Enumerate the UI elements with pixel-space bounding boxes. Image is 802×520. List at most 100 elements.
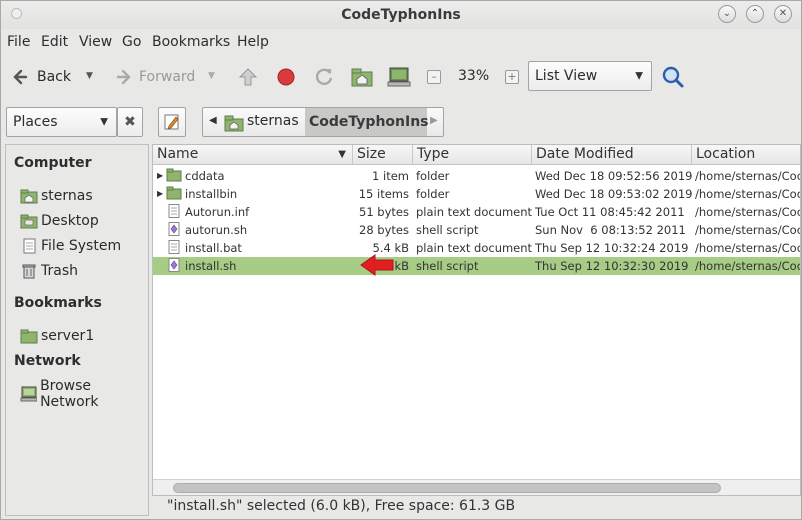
file-row[interactable]: Autorun.inf 51 bytes plain text document Tu… <box>153 203 800 221</box>
home-button[interactable] <box>350 57 374 97</box>
breadcrumb-codetyphonins[interactable]: CodeTyphonIns <box>305 108 429 136</box>
edit-icon <box>164 114 179 130</box>
reload-icon <box>315 68 333 85</box>
sidebar-heading-network: Network <box>14 353 81 369</box>
scrollbar-thumb[interactable] <box>173 483 721 493</box>
sidebar-heading-computer: Computer <box>14 155 92 171</box>
up-arrow-icon <box>238 68 258 86</box>
column-header-location[interactable]: Location <box>692 145 800 165</box>
search-button[interactable] <box>661 57 685 97</box>
sidebar-item-label: Trash <box>41 263 78 279</box>
column-header-size[interactable]: Size <box>353 145 413 165</box>
file-name: Autorun.inf <box>185 205 250 219</box>
file-size: 28 bytes <box>359 223 409 237</box>
status-bar: "install.sh" selected (6.0 kB), Free spa… <box>167 498 516 514</box>
forward-arrow-icon <box>116 69 131 85</box>
title-bar[interactable]: CodeTyphonIns ⌄ ⌃ ✕ <box>1 1 801 29</box>
home-folder-icon <box>351 68 373 87</box>
chevron-down-icon: ▼ <box>100 116 108 128</box>
file-location: /home/sternas/Coc <box>695 169 801 183</box>
breadcrumb: ◀ sternas CodeTyphonIns ▶ <box>202 107 444 137</box>
network-icon <box>20 386 38 402</box>
zoom-in-button[interactable]: + <box>505 70 519 84</box>
file-date: Thu Sep 12 10:32:30 2019 <box>535 259 689 273</box>
sort-descending-icon: ▼ <box>338 149 346 160</box>
sidebar-heading-bookmarks: Bookmarks <box>14 295 102 311</box>
sidebar-item-browse-network[interactable]: Browse Network <box>20 378 148 410</box>
sidebar-item-trash[interactable]: Trash <box>20 263 78 279</box>
red-arrow-icon <box>360 254 394 276</box>
script-file-icon <box>168 222 180 236</box>
back-button[interactable]: Back <box>11 57 71 97</box>
breadcrumb-left-arrow-icon[interactable]: ◀ <box>209 115 217 126</box>
file-row[interactable]: ▶ installbin 15 items folder Wed Dec 18 09:5… <box>153 185 800 203</box>
menu-go[interactable]: Go <box>122 34 141 50</box>
stop-button[interactable] <box>276 57 296 97</box>
back-arrow-icon <box>13 69 28 85</box>
file-type: plain text document <box>416 241 533 255</box>
minimize-button[interactable]: ⌄ <box>718 5 736 23</box>
trash-icon <box>22 264 36 279</box>
file-size: 15 items <box>358 187 409 201</box>
file-type: folder <box>416 169 450 183</box>
file-type: plain text document <box>416 205 533 219</box>
forward-button[interactable]: Forward <box>113 57 195 97</box>
close-sidebar-button[interactable]: ✖ <box>117 107 143 137</box>
folder-icon <box>166 186 182 200</box>
folder-icon <box>166 168 182 182</box>
file-name: autorun.sh <box>185 223 248 237</box>
up-button[interactable] <box>237 57 259 97</box>
expand-arrow-icon[interactable]: ▶ <box>157 189 163 198</box>
file-row[interactable]: install.sh6.0 kBshell scriptThu Sep 12 1… <box>153 257 800 275</box>
file-date: Thu Sep 12 10:32:24 2019 <box>535 241 689 255</box>
close-button[interactable]: ✕ <box>774 5 792 23</box>
toolbar: Back ▼ Forward ▼ – 33% + List View ▼ <box>1 57 801 99</box>
menu-file[interactable]: File <box>7 34 30 50</box>
close-icon: ✖ <box>124 114 136 130</box>
file-manager-window: CodeTyphonIns ⌄ ⌃ ✕ File Edit View Go Bo… <box>0 0 802 520</box>
file-row[interactable]: autorun.sh 28 bytes shell script Sun Nov 6 … <box>153 221 800 239</box>
file-size: 51 bytes <box>359 205 409 219</box>
file-location: /home/sternas/Coc <box>695 241 801 255</box>
forward-history-dropdown-icon[interactable]: ▼ <box>208 71 215 81</box>
computer-button[interactable] <box>387 57 411 97</box>
sidebar-item-label: sternas <box>41 188 93 204</box>
file-row[interactable]: ▶ cddata 1 item folder Wed Dec 18 09:52:56 2… <box>153 167 801 185</box>
breadcrumb-right-arrow-icon[interactable]: ▶ <box>430 115 438 126</box>
column-header-date[interactable]: Date Modified <box>532 145 692 165</box>
reload-button[interactable] <box>313 57 335 97</box>
menu-edit[interactable]: Edit <box>41 34 68 50</box>
toggle-location-entry-button[interactable] <box>158 107 186 137</box>
forward-label: Forward <box>139 69 196 85</box>
document-icon <box>23 238 36 254</box>
breadcrumb-sternas[interactable]: sternas <box>247 113 299 129</box>
maximize-button[interactable]: ⌃ <box>746 5 764 23</box>
menu-help[interactable]: Help <box>237 34 269 50</box>
folder-icon <box>20 329 38 344</box>
text-file-icon <box>168 240 180 254</box>
location-bar: Places ▼ ✖ ◀ sternas CodeTyphonIns ▶ <box>1 105 801 139</box>
zoom-out-button[interactable]: – <box>427 70 441 84</box>
computer-icon <box>387 67 411 87</box>
sidebar-item-file-system[interactable]: File System <box>20 238 121 254</box>
view-mode-value: List View <box>535 68 598 84</box>
chevron-down-icon: ▼ <box>635 70 643 82</box>
view-mode-select[interactable]: List View ▼ <box>528 61 652 91</box>
horizontal-scrollbar[interactable] <box>153 479 800 495</box>
back-label: Back <box>37 69 71 85</box>
expand-arrow-icon[interactable]: ▶ <box>157 171 163 180</box>
file-type: shell script <box>416 223 479 237</box>
sidebar-item-label: Browse Network <box>40 378 99 410</box>
sidebar-item-sternas[interactable]: sternas <box>20 188 93 204</box>
sidebar-item-desktop[interactable]: Desktop <box>20 213 99 229</box>
back-history-dropdown-icon[interactable]: ▼ <box>86 71 93 81</box>
file-row[interactable]: install.bat 5.4 kB plain text document Thu … <box>153 239 801 257</box>
column-header-name[interactable]: Name ▼ <box>153 145 353 165</box>
menu-bookmarks[interactable]: Bookmarks <box>152 34 230 50</box>
file-list[interactable]: Name ▼ Size Type Date Modified Location … <box>152 144 801 496</box>
stop-icon <box>277 68 295 86</box>
menu-view[interactable]: View <box>79 34 112 50</box>
sidebar-mode-select[interactable]: Places ▼ <box>6 107 117 137</box>
column-header-type[interactable]: Type <box>413 145 532 165</box>
sidebar-item-server1[interactable]: server1 <box>20 328 94 344</box>
